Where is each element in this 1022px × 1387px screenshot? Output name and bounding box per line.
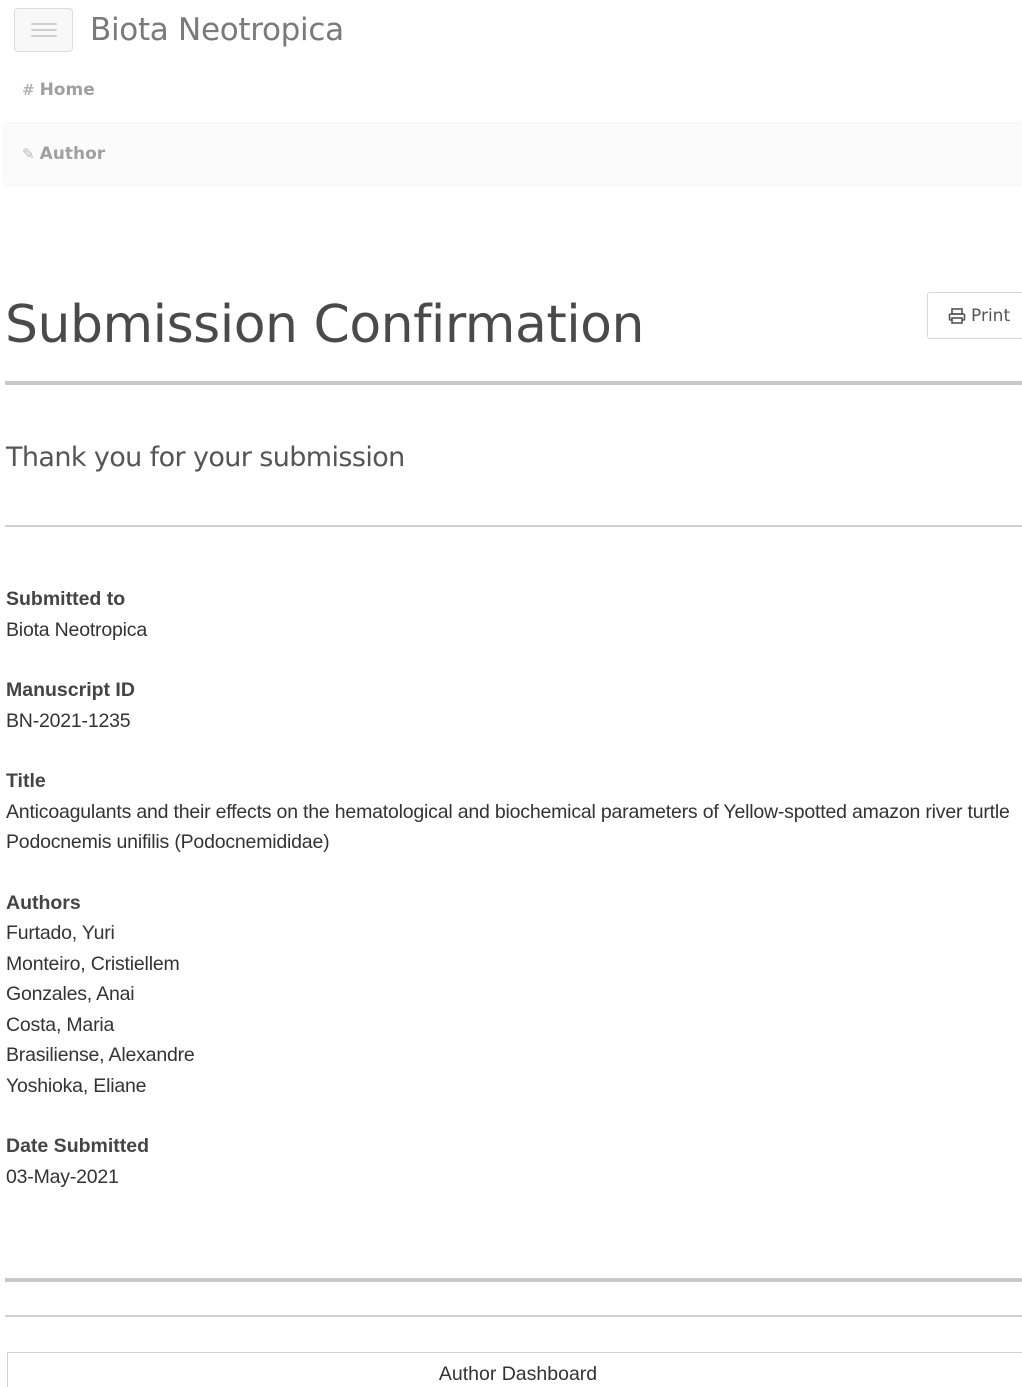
- authors-group: Authors Furtado, Yuri Monteiro, Cristiel…: [6, 888, 1022, 1102]
- date-submitted-label: Date Submitted: [6, 1135, 150, 1157]
- author-name: Brasiliense, Alexandre: [6, 1044, 195, 1066]
- nav-author-label: Author: [39, 144, 106, 164]
- hamburger-icon-bar: [30, 35, 57, 37]
- pencil-icon: ✎: [22, 145, 35, 163]
- nav-item-author[interactable]: ✎ Author: [22, 141, 105, 167]
- authors-label: Authors: [6, 891, 81, 914]
- title-divider: [5, 381, 1022, 385]
- page-title: Submission Confirmation: [5, 295, 644, 355]
- title-label: Title: [6, 770, 46, 792]
- author-name: Monteiro, Cristiellem: [6, 952, 180, 975]
- print-button[interactable]: Print: [927, 292, 1022, 339]
- date-submitted-group: Date Submitted 03-May-2021: [6, 1131, 1022, 1192]
- menu-toggle-button[interactable]: [14, 8, 73, 52]
- title-value: Anticoagulants and their effects on the …: [6, 800, 1010, 854]
- submitted-to-value: Biota Neotropica: [6, 618, 147, 641]
- author-name: Gonzales, Anai: [6, 983, 135, 1005]
- date-submitted-value: 03-May-2021: [6, 1165, 119, 1188]
- nav-item-home[interactable]: # Home: [22, 77, 95, 103]
- manuscript-id-group: Manuscript ID BN-2021-1235: [6, 675, 1022, 736]
- brand-title[interactable]: Biota Neotropica: [90, 8, 344, 52]
- manuscript-id-value: BN-2021-1235: [6, 709, 131, 732]
- submission-details: Submitted to Biota Neotropica Manuscript…: [6, 584, 1022, 1222]
- nav-author-bar: ✎ Author: [5, 124, 1022, 184]
- hamburger-icon-bar: [30, 29, 57, 31]
- author-name: Furtado, Yuri: [6, 922, 115, 944]
- title-group: Title Anticoagulants and their effects o…: [6, 766, 1022, 858]
- manuscript-id-label: Manuscript ID: [6, 679, 135, 701]
- thank-you-heading: Thank you for your submission: [6, 442, 405, 473]
- author-name: Yoshioka, Eliane: [6, 1074, 147, 1097]
- section-divider: [5, 525, 1022, 527]
- submitted-to-label: Submitted to: [6, 588, 126, 610]
- author-dashboard-button[interactable]: Author Dashboard: [7, 1352, 1022, 1387]
- print-icon: [948, 307, 966, 324]
- home-icon: #: [22, 81, 35, 99]
- author-name: Costa, Maria: [6, 1013, 115, 1036]
- footer-divider: [5, 1278, 1022, 1282]
- submitted-to-group: Submitted to Biota Neotropica: [6, 584, 1022, 645]
- nav-home-label: Home: [39, 80, 95, 100]
- hamburger-icon-bar: [30, 23, 57, 25]
- footer-divider-thin: [5, 1315, 1022, 1317]
- print-label: Print: [971, 305, 1011, 326]
